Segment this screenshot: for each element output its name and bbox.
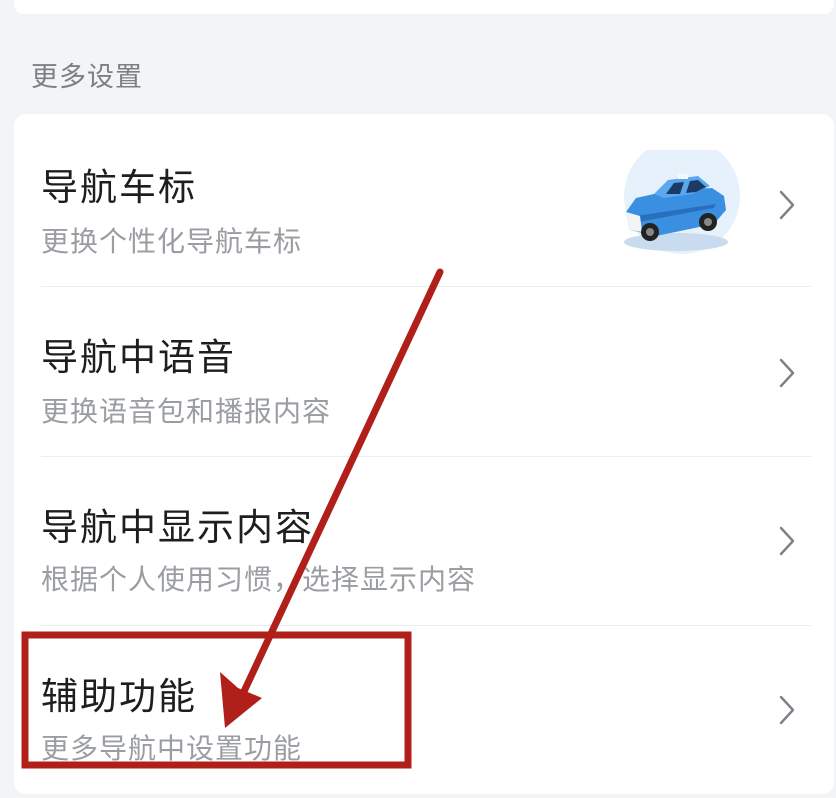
setting-row-nav-car-icon[interactable]: 导航车标 更换个性化导航车标 [14,114,834,284]
setting-subtitle: 更多导航中设置功能 [41,732,303,765]
chevron-right-icon [779,695,795,725]
setting-row-nav-display-content[interactable]: 导航中显示内容 根据个人使用习惯，选择显示内容 [14,456,834,626]
setting-title: 导航车标 [41,166,197,209]
settings-page: 更多设置 导航车标 更换个性化导航车标 导航中语音 更换语音包和播报内容 导航中… [0,0,836,798]
car-icon [624,150,740,254]
chevron-right-icon [779,190,795,220]
setting-row-accessibility[interactable]: 辅助功能 更多导航中设置功能 [14,625,834,795]
setting-subtitle: 根据个人使用习惯，选择显示内容 [41,563,477,596]
section-title: 更多设置 [31,62,143,93]
setting-title: 导航中显示内容 [41,506,314,549]
setting-subtitle: 更换个性化导航车标 [41,225,303,258]
setting-row-nav-voice[interactable]: 导航中语音 更换语音包和播报内容 [14,286,834,456]
more-settings-card: 导航车标 更换个性化导航车标 导航中语音 更换语音包和播报内容 导航中显示内容 … [14,114,834,794]
setting-subtitle: 更换语音包和播报内容 [41,395,332,428]
chevron-right-icon [779,358,795,388]
setting-title: 辅助功能 [41,675,197,718]
setting-title: 导航中语音 [41,336,236,379]
chevron-right-icon [779,526,795,556]
previous-settings-card [14,0,834,14]
